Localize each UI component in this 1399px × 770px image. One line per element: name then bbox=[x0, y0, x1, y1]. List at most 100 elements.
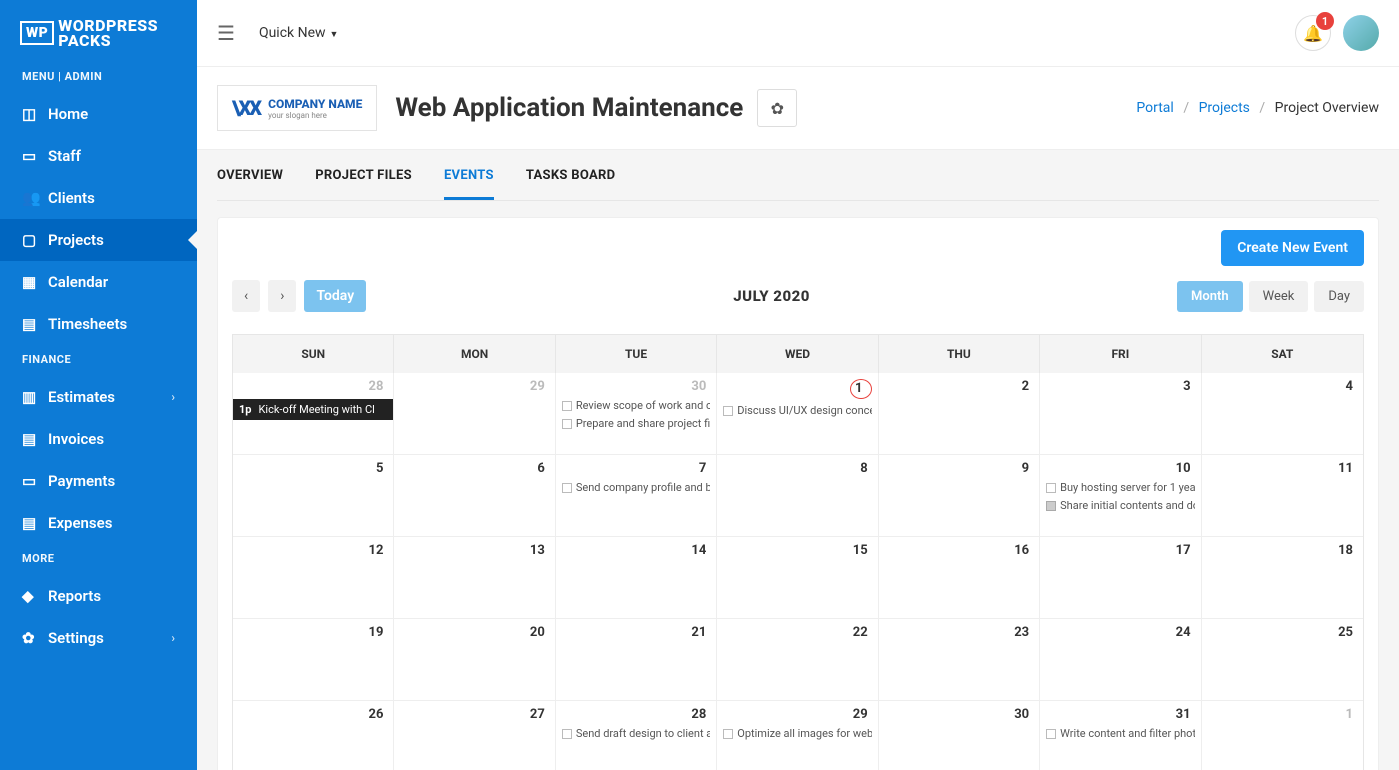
calendar-event[interactable]: Optimize all images for web an bbox=[723, 727, 871, 740]
calendar-day[interactable]: 29 bbox=[394, 373, 555, 455]
notifications-button[interactable]: 🔔 1 bbox=[1295, 15, 1331, 51]
day-of-week-header: WED bbox=[717, 335, 878, 373]
calendar-day[interactable]: 281pKick-off Meeting with Cl bbox=[233, 373, 394, 455]
day-number: 1 bbox=[850, 379, 872, 399]
calendar-day[interactable]: 1 bbox=[1202, 701, 1363, 770]
sidebar-item-estimates[interactable]: ▥Estimates› bbox=[0, 376, 197, 418]
calendar-day[interactable]: 19 bbox=[233, 619, 394, 701]
breadcrumb-projects[interactable]: Projects bbox=[1199, 100, 1250, 116]
day-number: 15 bbox=[723, 543, 871, 558]
breadcrumb: Portal / Projects / Project Overview bbox=[1136, 100, 1379, 116]
day-number: 19 bbox=[239, 625, 387, 640]
checkbox-icon bbox=[1046, 501, 1056, 511]
main: ☰ Quick New▼ 🔔 1 \XX COMPANY NAME your s… bbox=[197, 0, 1399, 770]
calendar-day[interactable]: 30 bbox=[879, 701, 1040, 770]
sidebar-item-settings[interactable]: ✿Settings› bbox=[0, 617, 197, 659]
calendar-day[interactable]: 23 bbox=[879, 619, 1040, 701]
sidebar-item-timesheets[interactable]: ▤Timesheets bbox=[0, 303, 197, 345]
calendar-event[interactable]: 1pKick-off Meeting with Cl bbox=[233, 399, 393, 420]
day-number: 7 bbox=[562, 461, 710, 476]
calendar-day[interactable]: 3 bbox=[1040, 373, 1201, 455]
tab-events[interactable]: EVENTS bbox=[444, 168, 494, 200]
calendar-day[interactable]: 18 bbox=[1202, 537, 1363, 619]
calendar-day[interactable]: 15 bbox=[717, 537, 878, 619]
calendar-day[interactable]: 2 bbox=[879, 373, 1040, 455]
calendar-day[interactable]: 28Send draft design to client and bbox=[556, 701, 717, 770]
day-number: 2 bbox=[885, 379, 1033, 394]
day-view-button[interactable]: Day bbox=[1314, 281, 1364, 312]
quick-new-dropdown[interactable]: Quick New▼ bbox=[259, 25, 339, 41]
calendar-day[interactable]: 29 Optimize all images for web an bbox=[717, 701, 878, 770]
calendar-day[interactable]: 8 bbox=[717, 455, 878, 537]
checkbox-icon bbox=[562, 401, 572, 411]
calendar-event[interactable]: Buy hosting server for 1 year at bbox=[1046, 481, 1194, 494]
calendar-day[interactable]: 9 bbox=[879, 455, 1040, 537]
checkbox-icon bbox=[723, 406, 733, 416]
calendar-title: JULY 2020 bbox=[366, 287, 1177, 305]
calendar-event[interactable]: Send draft design to client and bbox=[562, 727, 710, 740]
calendar-event[interactable]: Discuss UI/UX design concepts bbox=[723, 404, 871, 417]
checkbox-icon bbox=[1046, 729, 1056, 739]
sidebar-item-reports[interactable]: ◆Reports bbox=[0, 575, 197, 617]
sidebar-item-projects[interactable]: ▢Projects bbox=[0, 219, 197, 261]
calendar-event[interactable]: Prepare and share project files bbox=[562, 417, 710, 430]
calendar-event[interactable]: Write content and filter photos bbox=[1046, 727, 1194, 740]
calendar-day[interactable]: 6 bbox=[394, 455, 555, 537]
day-number: 14 bbox=[562, 543, 710, 558]
calendar-day[interactable]: 4 bbox=[1202, 373, 1363, 455]
calendar-day[interactable]: 27 bbox=[394, 701, 555, 770]
calendar-day[interactable]: 11 bbox=[1202, 455, 1363, 537]
day-number: 12 bbox=[239, 543, 387, 558]
prev-month-button[interactable]: ‹ bbox=[232, 280, 260, 312]
sidebar-item-staff[interactable]: ▭Staff bbox=[0, 135, 197, 177]
invoice-icon: ▤ bbox=[22, 430, 48, 448]
calendar-day[interactable]: 10Buy hosting server for 1 year atShare … bbox=[1040, 455, 1201, 537]
calendar-day[interactable]: 31 Write content and filter photos bbox=[1040, 701, 1201, 770]
calendar-day[interactable]: 7 Send company profile and bran bbox=[556, 455, 717, 537]
sidebar-item-payments[interactable]: ▭Payments bbox=[0, 460, 197, 502]
calendar-day[interactable]: 1 Discuss UI/UX design concepts bbox=[717, 373, 878, 455]
calendar-day[interactable]: 14 bbox=[556, 537, 717, 619]
breadcrumb-portal[interactable]: Portal bbox=[1136, 100, 1173, 116]
calendar-day[interactable]: 26 bbox=[233, 701, 394, 770]
calendar-day[interactable]: 13 bbox=[394, 537, 555, 619]
next-month-button[interactable]: › bbox=[268, 280, 296, 312]
calendar-day[interactable]: 16 bbox=[879, 537, 1040, 619]
calendar-day[interactable]: 17 bbox=[1040, 537, 1201, 619]
checkbox-icon bbox=[723, 729, 733, 739]
sidebar-item-clients[interactable]: 👥Clients bbox=[0, 177, 197, 219]
logo[interactable]: WP WORDPRESSPACKS bbox=[0, 0, 197, 62]
create-event-button[interactable]: Create New Event bbox=[1221, 230, 1364, 266]
day-number: 6 bbox=[400, 461, 548, 476]
day-number: 21 bbox=[562, 625, 710, 640]
today-button[interactable]: Today bbox=[304, 280, 366, 312]
gear-icon: ✿ bbox=[771, 99, 784, 118]
tab-overview[interactable]: OVERVIEW bbox=[217, 168, 283, 200]
calendar-event[interactable]: Send company profile and bran bbox=[562, 481, 710, 494]
tab-files[interactable]: PROJECT FILES bbox=[315, 168, 412, 200]
calendar-day[interactable]: 22 bbox=[717, 619, 878, 701]
week-view-button[interactable]: Week bbox=[1249, 281, 1309, 312]
project-settings-button[interactable]: ✿ bbox=[757, 89, 797, 127]
sidebar-item-invoices[interactable]: ▤Invoices bbox=[0, 418, 197, 460]
menu-toggle-icon[interactable]: ☰ bbox=[217, 21, 235, 45]
calendar-day[interactable]: 25 bbox=[1202, 619, 1363, 701]
calendar-day[interactable]: 21 bbox=[556, 619, 717, 701]
calendar-day[interactable]: 24 bbox=[1040, 619, 1201, 701]
calendar-day[interactable]: 12 bbox=[233, 537, 394, 619]
day-number: 29 bbox=[723, 707, 871, 722]
calendar-event[interactable]: Share initial contents and docu bbox=[1046, 499, 1194, 512]
calendar-day[interactable]: 5 bbox=[233, 455, 394, 537]
calendar-day[interactable]: 20 bbox=[394, 619, 555, 701]
calendar-day[interactable]: 30Review scope of work and comPrepare an… bbox=[556, 373, 717, 455]
avatar[interactable] bbox=[1343, 15, 1379, 51]
sidebar-item-calendar[interactable]: ▦Calendar bbox=[0, 261, 197, 303]
calendar-event[interactable]: Review scope of work and com bbox=[562, 399, 710, 412]
tab-tasks[interactable]: TASKS BOARD bbox=[526, 168, 616, 200]
sidebar-item-expenses[interactable]: ▤Expenses bbox=[0, 502, 197, 544]
day-number: 31 bbox=[1046, 707, 1194, 722]
day-number: 13 bbox=[400, 543, 548, 558]
month-view-button[interactable]: Month bbox=[1177, 281, 1243, 312]
checkbox-icon bbox=[562, 483, 572, 493]
sidebar-item-home[interactable]: ◫Home bbox=[0, 93, 197, 135]
